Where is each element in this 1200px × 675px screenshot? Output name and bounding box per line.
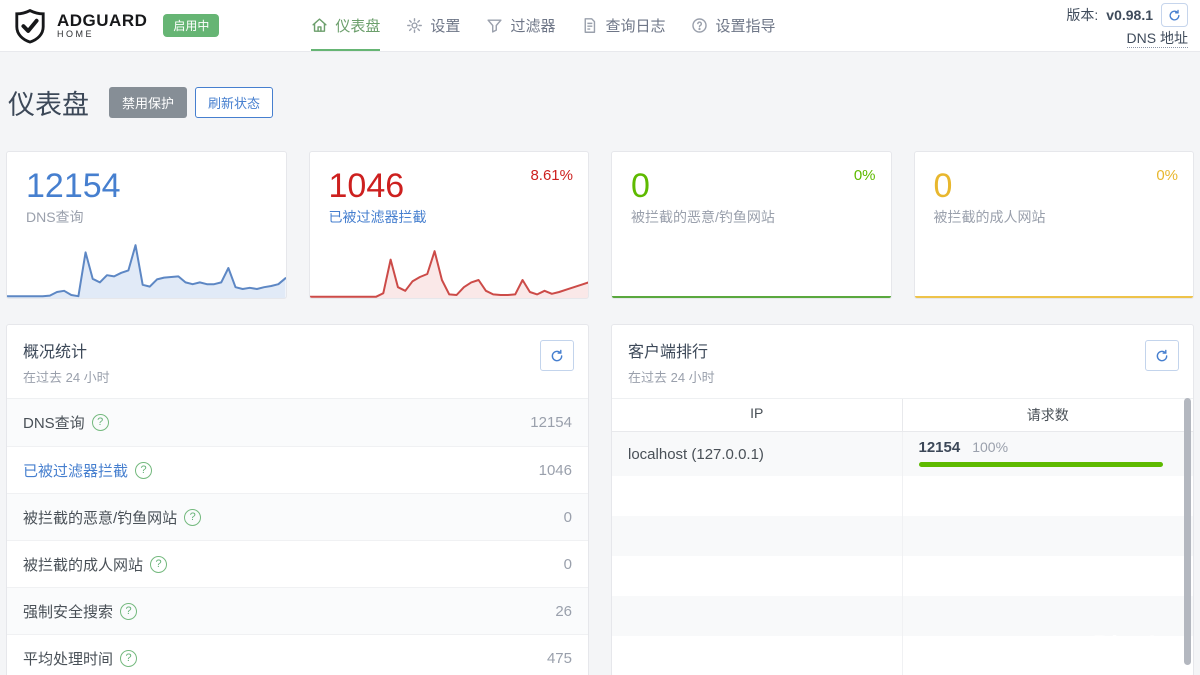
general-stats-title: 概况统计 [23, 338, 572, 362]
dns-queries-label: DNS查询 [26, 207, 286, 227]
malware-percent: 0% [854, 167, 876, 184]
adult-value: 0 [934, 167, 1194, 205]
nav-item-guide[interactable]: 设置指导 [691, 0, 775, 51]
nav-item-settings[interactable]: 设置 [406, 0, 460, 51]
refresh-icon [550, 349, 564, 363]
card-blocked-adult: 0 0% 被拦截的成人网站 [914, 151, 1195, 299]
shield-check-icon [12, 7, 48, 45]
nav-item-filters[interactable]: 过滤器 [486, 0, 555, 51]
blocked-sparkline [310, 238, 589, 298]
empty-table-row [612, 596, 1193, 636]
client-progress-bar [919, 462, 1164, 467]
top-clients-subtitle: 在过去 24 小时 [628, 367, 1177, 386]
version-value: v0.98.1 [1106, 7, 1153, 23]
client-request-percent: 100% [972, 439, 1008, 455]
malware-flatline [612, 296, 891, 298]
adult-percent: 0% [1156, 167, 1178, 184]
client-request-count: 12154 [919, 439, 961, 456]
malware-label: 被拦截的恶意/钓鱼网站 [631, 207, 891, 227]
refresh-icon [1168, 9, 1181, 22]
lower-panels: 概况统计 在过去 24 小时 DNS查询? 12154 已被过滤器拦截? 104… [6, 324, 1194, 675]
stat-cards: 12154 DNS查询 1046 8.61% 已被过滤器拦截 0 0% 被拦截的… [6, 151, 1194, 299]
stat-row-blocked-malware: 被拦截的恶意/钓鱼网站? 0 [7, 493, 588, 540]
table-scrollbar[interactable] [1184, 398, 1191, 665]
refresh-icon [1155, 349, 1169, 363]
blocked-percent: 8.61% [530, 167, 573, 184]
card-blocked-by-filters: 1046 8.61% 已被过滤器拦截 [309, 151, 590, 299]
top-clients-header: 客户端排行 在过去 24 小时 [612, 325, 1193, 399]
gear-icon [406, 17, 423, 34]
topbar-right: 版本: v0.98.1 DNS 地址 [1066, 0, 1188, 51]
top-header: ADGUARD HOME 启用中 仪表盘 设置 过滤器 查询日志 设置指导 版本… [0, 0, 1200, 52]
general-stats-refresh-button[interactable] [540, 340, 574, 371]
stat-row-blocked-by-filters: 已被过滤器拦截? 1046 [7, 446, 588, 493]
dashboard-content: 仪表盘 禁用保护 刷新状态 12154 DNS查询 1046 8.61% 已被过… [0, 83, 1200, 675]
adult-label: 被拦截的成人网站 [934, 207, 1194, 227]
clients-table-body: localhost (127.0.0.1) 12154 100% BlogLcn [612, 432, 1193, 675]
top-clients-title: 客户端排行 [628, 338, 1177, 362]
page-title: 仪表盘 [8, 83, 89, 122]
column-header-requests[interactable]: 请求数 [903, 399, 1194, 431]
main-nav: 仪表盘 设置 过滤器 查询日志 设置指导 [311, 0, 775, 51]
logo-title: ADGUARD [57, 12, 147, 29]
malware-value: 0 [631, 167, 891, 205]
top-clients-panel: 客户端排行 在过去 24 小时 IP 请求数 localhost (127.0.… [611, 324, 1194, 675]
empty-table-row [612, 636, 1193, 675]
column-header-ip[interactable]: IP [612, 399, 903, 431]
top-clients-refresh-button[interactable] [1145, 340, 1179, 371]
nav-item-querylog[interactable]: 查询日志 [581, 0, 665, 51]
client-row-localhost: localhost (127.0.0.1) 12154 100% [612, 432, 1193, 476]
dns-queries-sparkline [7, 238, 286, 298]
status-badge: 启用中 [163, 14, 219, 37]
card-blocked-malware: 0 0% 被拦截的恶意/钓鱼网站 [611, 151, 892, 299]
adguard-logo[interactable]: ADGUARD HOME [12, 0, 147, 51]
help-circle-icon [691, 17, 708, 34]
nav-item-dashboard[interactable]: 仪表盘 [311, 0, 380, 51]
general-stats-panel: 概况统计 在过去 24 小时 DNS查询? 12154 已被过滤器拦截? 104… [6, 324, 589, 675]
clients-table-header: IP 请求数 [612, 399, 1193, 432]
dns-queries-value: 12154 [26, 167, 286, 205]
general-stats-rows: DNS查询? 12154 已被过滤器拦截? 1046 被拦截的恶意/钓鱼网站? … [7, 399, 588, 675]
general-stats-subtitle: 在过去 24 小时 [23, 367, 572, 386]
stat-row-avg-processing-time: 平均处理时间? 475 [7, 634, 588, 675]
dns-address-link[interactable]: DNS 地址 [1127, 30, 1188, 48]
blocked-label[interactable]: 已被过滤器拦截 [329, 207, 589, 227]
help-icon[interactable]: ? [135, 462, 152, 479]
empty-table-row [612, 476, 1193, 516]
general-stats-header: 概况统计 在过去 24 小时 [7, 325, 588, 399]
home-icon [311, 17, 328, 34]
stat-row-dns-queries: DNS查询? 12154 [7, 399, 588, 446]
stat-row-safe-search: 强制安全搜索? 26 [7, 587, 588, 634]
check-update-button[interactable] [1161, 3, 1188, 27]
card-dns-queries: 12154 DNS查询 [6, 151, 287, 299]
adult-flatline [915, 296, 1194, 298]
page-header: 仪表盘 禁用保护 刷新状态 [8, 83, 1192, 122]
stat-row-blocked-adult: 被拦截的成人网站? 0 [7, 540, 588, 587]
help-icon[interactable]: ? [184, 509, 201, 526]
filter-icon [486, 17, 503, 34]
client-ip: localhost (127.0.0.1) [612, 432, 903, 476]
disable-protection-button[interactable]: 禁用保护 [109, 87, 187, 118]
help-icon[interactable]: ? [92, 414, 109, 431]
logo-subtitle: HOME [57, 29, 147, 40]
empty-table-row [612, 556, 1193, 596]
help-icon[interactable]: ? [150, 556, 167, 573]
help-icon[interactable]: ? [120, 603, 137, 620]
document-icon [581, 17, 598, 34]
refresh-status-button[interactable]: 刷新状态 [195, 87, 273, 118]
help-icon[interactable]: ? [120, 650, 137, 667]
empty-table-row [612, 516, 1193, 556]
version-label: 版本: [1066, 5, 1098, 25]
